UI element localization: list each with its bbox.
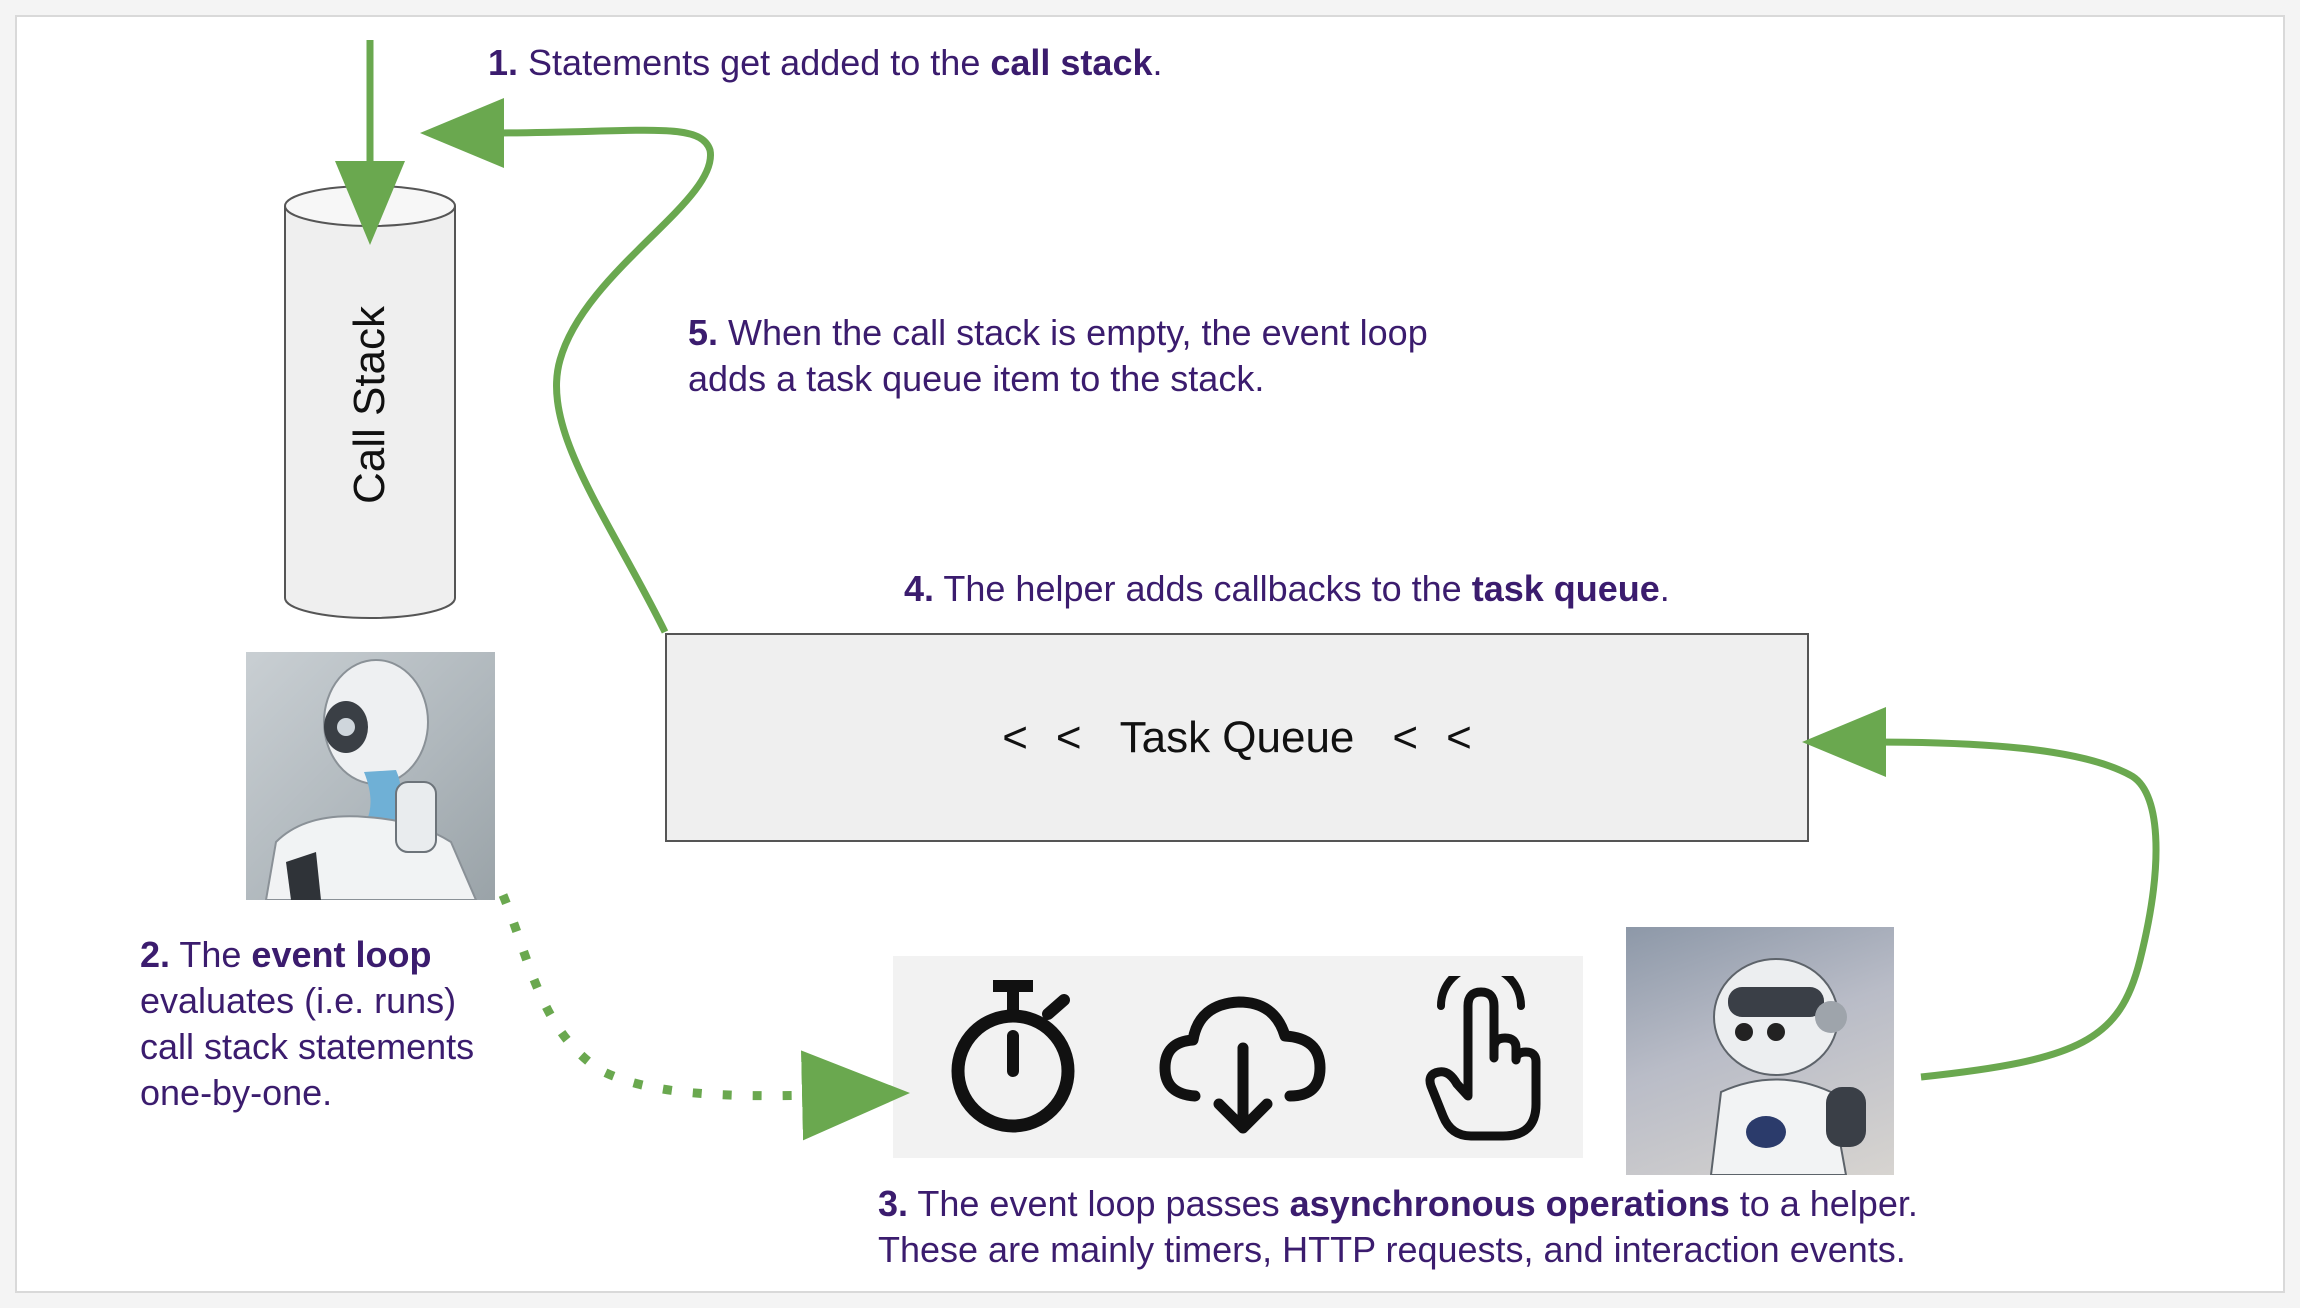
step-term: task queue — [1471, 568, 1660, 609]
step-3-caption: 3. The event loop passes asynchronous op… — [878, 1181, 1918, 1273]
step-term: asynchronous operations — [1289, 1183, 1730, 1224]
step-term: event loop — [251, 934, 432, 975]
step-text: When the call stack is empty, the event … — [718, 312, 1428, 353]
cloud-download-icon — [1159, 996, 1326, 1134]
step-number: 1. — [488, 42, 519, 83]
step-term: call stack — [990, 42, 1153, 83]
step-line: one-by-one. — [140, 1072, 333, 1113]
queue-chevron: < — [1002, 712, 1028, 762]
step-line: 5. When the call stack is empty, the eve… — [688, 310, 1428, 356]
step-text: to a helper. — [1729, 1183, 1918, 1224]
step-2-caption: 2. The event loop evaluates (i.e. runs) … — [140, 932, 474, 1116]
queue-chevron: < — [1392, 712, 1419, 762]
queue-chevron: < — [1446, 712, 1472, 762]
step-1-caption: 1. Statements get added to the call stac… — [488, 40, 1163, 86]
step-number: 2. — [140, 934, 171, 975]
step-number: 3. — [878, 1183, 909, 1224]
step-text: Statements get added to the — [518, 42, 991, 83]
step-line: 2. The event loop — [140, 932, 474, 978]
thinking-robot-image — [246, 652, 495, 900]
step-number: 5. — [688, 312, 719, 353]
pointing-hand-icon — [1425, 976, 1541, 1141]
step-line: adds a task queue item to the stack. — [688, 358, 1265, 399]
step-text: The helper adds callbacks to the — [934, 568, 1472, 609]
step-line: call stack statements — [140, 1026, 475, 1067]
step-5-caption: 5. When the call stack is empty, the eve… — [688, 310, 1428, 402]
step-number: 4. — [904, 568, 935, 609]
step-text: . — [1659, 568, 1670, 609]
stopwatch-icon — [951, 980, 1075, 1133]
task-queue-box: < < Task Queue < < — [665, 633, 1809, 842]
step-4-caption: 4. The helper adds callbacks to the task… — [904, 566, 1670, 612]
step-line: 3. The event loop passes asynchronous op… — [878, 1181, 1918, 1227]
step-line: evaluates (i.e. runs) — [140, 980, 457, 1021]
step-text: . — [1152, 42, 1163, 83]
step-text: The event loop passes — [908, 1183, 1290, 1224]
queue-chevron: < — [1055, 712, 1082, 762]
step-line: These are mainly timers, HTTP requests, … — [878, 1229, 1906, 1270]
async-operations-panel — [893, 956, 1583, 1158]
call-stack-label: Call Stack — [345, 305, 394, 505]
helper-robot-image — [1626, 927, 1894, 1175]
task-queue-label: Task Queue — [1119, 712, 1355, 762]
step-text: The — [170, 934, 252, 975]
